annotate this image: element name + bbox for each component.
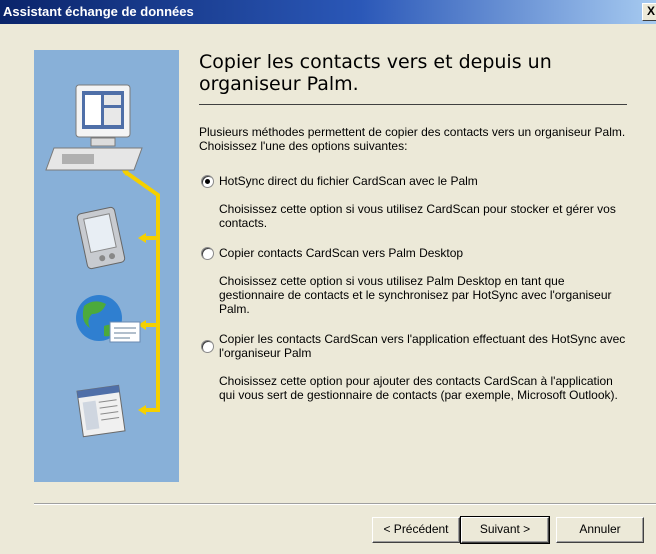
heading-divider xyxy=(199,104,627,105)
option-sync-application-label[interactable]: Copier les contacts CardScan vers l'appl… xyxy=(219,332,629,360)
page-heading: Copier les contacts vers et depuis un or… xyxy=(199,51,552,95)
option-hotsync-direct-description: Choisissez cette option si vous utilisez… xyxy=(219,202,616,230)
close-button[interactable]: X xyxy=(642,3,656,21)
side-panel-illustration xyxy=(34,50,179,482)
cancel-button[interactable]: Annuler xyxy=(556,517,644,543)
option-sync-application-description: Choisissez cette option pour ajouter des… xyxy=(219,374,618,402)
computer-icon xyxy=(45,84,143,171)
palm-handheld-icon xyxy=(76,206,126,270)
side-panel-graphic xyxy=(45,84,160,438)
application-window-icon xyxy=(76,384,126,438)
globe-email-icon xyxy=(76,295,141,343)
option-hotsync-direct-radio[interactable] xyxy=(201,175,214,188)
option-hotsync-direct-label[interactable]: HotSync direct du fichier CardScan avec … xyxy=(219,174,478,188)
window-title: Assistant échange de données xyxy=(3,4,194,19)
option-sync-application-radio[interactable] xyxy=(201,340,214,353)
footer-separator xyxy=(34,503,656,505)
wizard-dialog: Assistant échange de données X Copier le… xyxy=(0,0,656,554)
option-palm-desktop-description: Choisissez cette option si vous utilisez… xyxy=(219,274,612,316)
intro-text: Plusieurs méthodes permettent de copier … xyxy=(199,125,626,153)
next-button[interactable]: Suivant > xyxy=(460,516,550,544)
option-palm-desktop-radio[interactable] xyxy=(201,247,214,260)
sync-connector xyxy=(120,166,160,415)
title-bar[interactable]: Assistant échange de données X xyxy=(0,0,656,24)
option-palm-desktop-label[interactable]: Copier contacts CardScan vers Palm Deskt… xyxy=(219,246,463,260)
back-button[interactable]: < Précédent xyxy=(372,517,460,543)
